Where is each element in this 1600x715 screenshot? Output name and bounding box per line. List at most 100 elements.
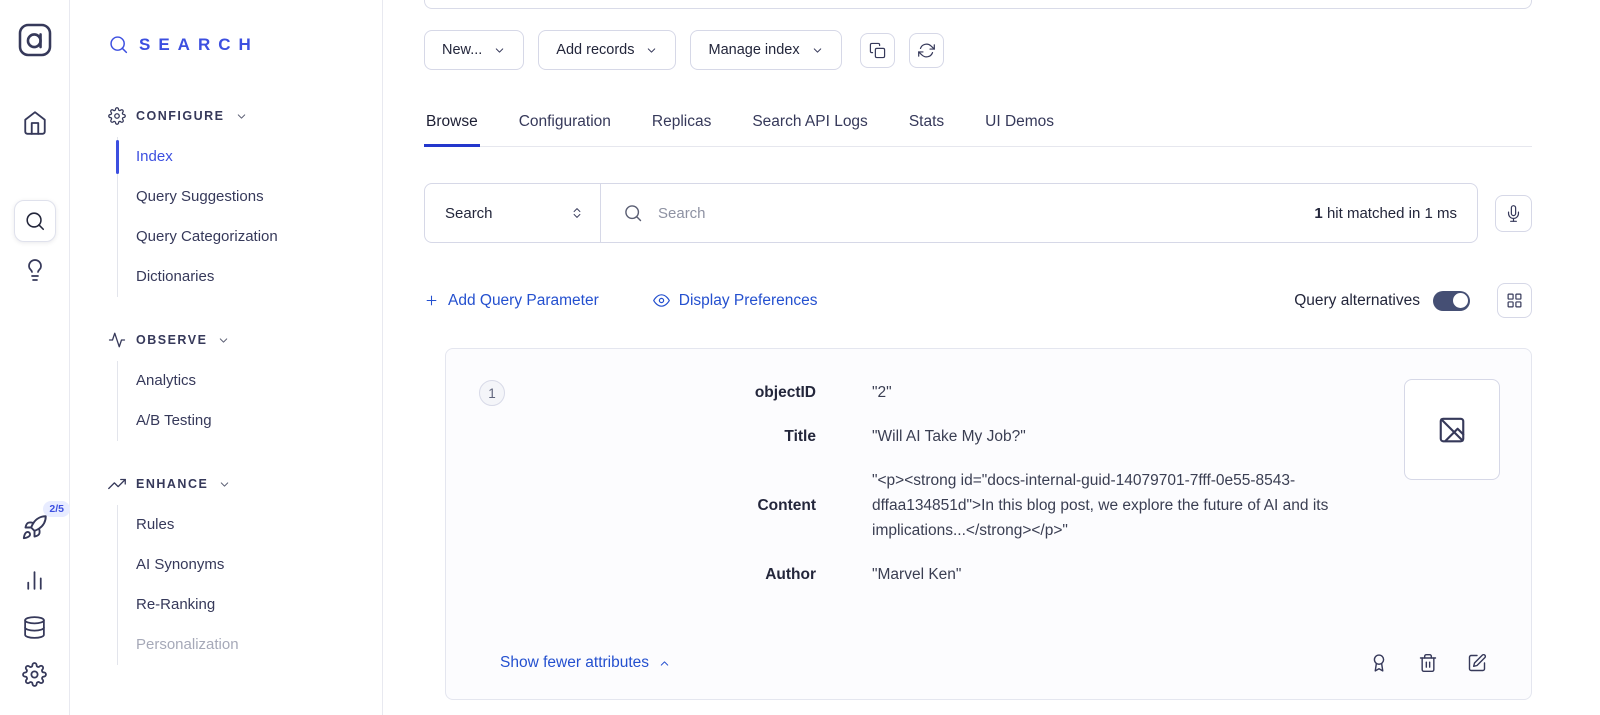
eye-icon <box>653 292 670 309</box>
search-query-area: 1 hit matched in 1 ms <box>601 203 1477 223</box>
chevron-down-icon <box>218 478 231 491</box>
field-key: Author <box>482 562 816 587</box>
section-label: ENHANCE <box>136 477 208 491</box>
chevron-down-icon <box>645 44 658 57</box>
sidebar-item-query-categorization[interactable]: Query Categorization <box>118 217 382 257</box>
hit-field-row: objectID "2" <box>482 380 1487 405</box>
tab-browse[interactable]: Browse <box>424 101 480 147</box>
sidebar-item-dictionaries[interactable]: Dictionaries <box>118 257 382 297</box>
gear-icon <box>108 107 126 125</box>
hit-card-footer: Show fewer attributes <box>500 653 1487 673</box>
enhance-section-header[interactable]: ENHANCE <box>108 475 382 493</box>
ranking-info-button[interactable] <box>1369 653 1389 673</box>
search-icon <box>24 210 46 232</box>
tab-replicas[interactable]: Replicas <box>650 101 713 147</box>
trend-up-icon <box>108 475 126 493</box>
index-main-panel: New... Add records Manage index Browse C… <box>383 0 1600 715</box>
section-label: CONFIGURE <box>136 109 225 123</box>
sidebar-item-analytics[interactable]: Analytics <box>118 361 382 401</box>
hit-count-number: 1 <box>1314 205 1322 222</box>
upgrade-badge[interactable]: 2/5 <box>43 501 70 517</box>
edit-hit-button[interactable] <box>1467 653 1487 673</box>
index-toolbar: New... Add records Manage index <box>424 30 1532 70</box>
query-alternatives-toggle[interactable] <box>1433 291 1470 311</box>
hit-field-row: Title "Will AI Take My Job?" <box>482 424 1487 449</box>
new-button-label: New... <box>442 42 482 58</box>
trash-icon <box>1418 653 1438 673</box>
scrolled-panel-edge <box>424 0 1532 9</box>
select-arrows-icon <box>570 205 584 221</box>
chevron-down-icon <box>493 44 506 57</box>
magnifier-icon <box>623 203 643 223</box>
search-input[interactable] <box>658 205 1299 222</box>
add-records-button[interactable]: Add records <box>538 30 676 70</box>
copy-index-button[interactable] <box>860 33 895 68</box>
tab-ui-demos[interactable]: UI Demos <box>983 101 1056 147</box>
field-key: objectID <box>482 380 816 405</box>
rocket-icon[interactable] <box>21 514 48 541</box>
sidebar-section-observe: OBSERVE Analytics A/B Testing <box>108 331 382 441</box>
sidebar-item-re-ranking[interactable]: Re-Ranking <box>118 585 382 625</box>
tab-stats[interactable]: Stats <box>907 101 946 147</box>
grid-icon <box>1506 292 1523 309</box>
chevron-up-icon <box>658 657 671 670</box>
add-query-parameter-link[interactable]: Add Query Parameter <box>424 292 599 310</box>
sidebar-item-index[interactable]: Index <box>118 137 382 177</box>
sidebar-section-configure: CONFIGURE Index Query Suggestions Query … <box>108 107 382 297</box>
app-rail: 2/5 <box>0 0 70 715</box>
hit-card: 1 objectID "2" Title "Will AI Take My Jo… <box>445 348 1532 700</box>
sidebar-item-query-suggestions[interactable]: Query Suggestions <box>118 177 382 217</box>
manage-index-label: Manage index <box>708 42 799 58</box>
database-icon[interactable] <box>22 615 47 640</box>
analytics-bars-icon[interactable] <box>22 568 47 593</box>
pulse-icon <box>108 331 126 349</box>
tab-search-api-logs[interactable]: Search API Logs <box>750 101 869 147</box>
ranking-award-icon <box>1369 653 1389 673</box>
search-mode-value: Search <box>445 205 493 222</box>
field-key: Content <box>482 493 816 518</box>
tab-bar: Browse Configuration Replicas Search API… <box>424 101 1532 147</box>
field-value: "2" <box>872 380 892 405</box>
field-value: "<p><strong id="docs-internal-guid-14079… <box>872 468 1397 543</box>
field-key: Title <box>482 424 816 449</box>
toggle-knob <box>1453 293 1468 308</box>
sidebar-item-ai-synonyms[interactable]: AI Synonyms <box>118 545 382 585</box>
field-value: "Will AI Take My Job?" <box>872 424 1026 449</box>
hit-fields: objectID "2" Title "Will AI Take My Job?… <box>482 380 1487 587</box>
hit-field-row: Content "<p><strong id="docs-internal-gu… <box>482 468 1487 543</box>
sidebar-section-enhance: ENHANCE Rules AI Synonyms Re-Ranking Per… <box>108 475 382 665</box>
copy-icon <box>869 42 886 59</box>
search-row: Search 1 hit matched in 1 ms <box>424 183 1532 243</box>
layout-grid-button[interactable] <box>1497 283 1532 318</box>
search-mode-select[interactable]: Search <box>425 184 601 242</box>
display-preferences-link[interactable]: Display Preferences <box>653 292 818 310</box>
add-records-label: Add records <box>556 42 634 58</box>
home-icon[interactable] <box>22 110 48 136</box>
observe-section-header[interactable]: OBSERVE <box>108 331 382 349</box>
rail-search-active[interactable] <box>14 200 56 242</box>
show-fewer-attributes-link[interactable]: Show fewer attributes <box>500 654 671 672</box>
hit-count-text: hit matched in 1 ms <box>1327 205 1457 222</box>
image-placeholder <box>1404 379 1500 480</box>
tab-configuration[interactable]: Configuration <box>517 101 613 147</box>
hit-field-row: Author "Marvel Ken" <box>482 562 1487 587</box>
new-button[interactable]: New... <box>424 30 524 70</box>
delete-hit-button[interactable] <box>1418 653 1438 673</box>
recommend-bulb-icon[interactable] <box>23 258 47 282</box>
add-query-parameter-label: Add Query Parameter <box>448 292 599 310</box>
search-bar: Search 1 hit matched in 1 ms <box>424 183 1478 243</box>
sidebar-item-personalization[interactable]: Personalization <box>118 625 382 665</box>
sidebar-item-rules[interactable]: Rules <box>118 505 382 545</box>
algolia-logo-icon[interactable] <box>17 22 53 58</box>
hit-count-status: 1 hit matched in 1 ms <box>1314 205 1457 222</box>
search-sidebar: SEARCH CONFIGURE Index Query Suggestions… <box>70 0 383 715</box>
app-name: SEARCH <box>139 35 259 55</box>
configure-section-header[interactable]: CONFIGURE <box>108 107 382 125</box>
manage-index-button[interactable]: Manage index <box>690 30 841 70</box>
search-app-logo: SEARCH <box>108 34 382 55</box>
refresh-icon <box>918 42 935 59</box>
sidebar-item-ab-testing[interactable]: A/B Testing <box>118 401 382 441</box>
refresh-button[interactable] <box>909 33 944 68</box>
settings-gear-icon[interactable] <box>22 662 47 687</box>
voice-search-button[interactable] <box>1495 195 1532 232</box>
